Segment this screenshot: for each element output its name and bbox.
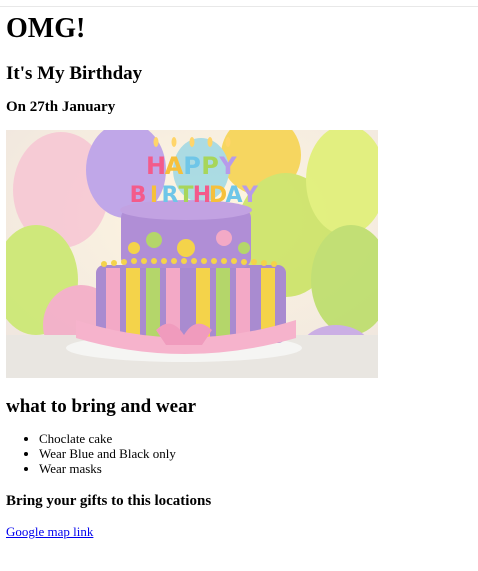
cake-illustration: H A P P Y B I R T H D A Y (6, 130, 378, 378)
date-heading: On 27th January (6, 99, 116, 115)
google-map-link[interactable]: Google map link (6, 524, 93, 539)
svg-text:H: H (146, 152, 166, 180)
bring-list: Choclate cake Wear Blue and Black only W… (0, 431, 176, 476)
bring-and-wear-heading: what to bring and wear (6, 396, 197, 417)
svg-text:Y: Y (218, 152, 237, 180)
list-item: Choclate cake (39, 431, 176, 446)
birthday-heading: It's My Birthday (6, 63, 143, 84)
list-item: Wear Blue and Black only (39, 446, 176, 461)
svg-text:Y: Y (241, 183, 259, 208)
page-title: OMG! (6, 13, 86, 44)
list-item: Wear masks (39, 461, 176, 476)
svg-text:D: D (209, 183, 227, 208)
svg-text:T: T (178, 183, 193, 208)
gifts-heading: Bring your gifts to this locations (6, 493, 212, 509)
svg-text:B: B (130, 183, 147, 208)
svg-text:A: A (165, 152, 184, 180)
svg-text:P: P (183, 152, 201, 180)
candle-letters-happy: H A P P Y (146, 152, 237, 180)
svg-text:I: I (150, 183, 158, 208)
birthday-cake-image: H A P P Y B I R T H D A Y (6, 130, 378, 378)
candle-letters-birthday: B I R T H D A Y (130, 183, 259, 208)
svg-text:A: A (225, 183, 242, 208)
svg-text:P: P (201, 152, 219, 180)
top-divider (0, 6, 478, 7)
svg-text:R: R (162, 183, 179, 208)
